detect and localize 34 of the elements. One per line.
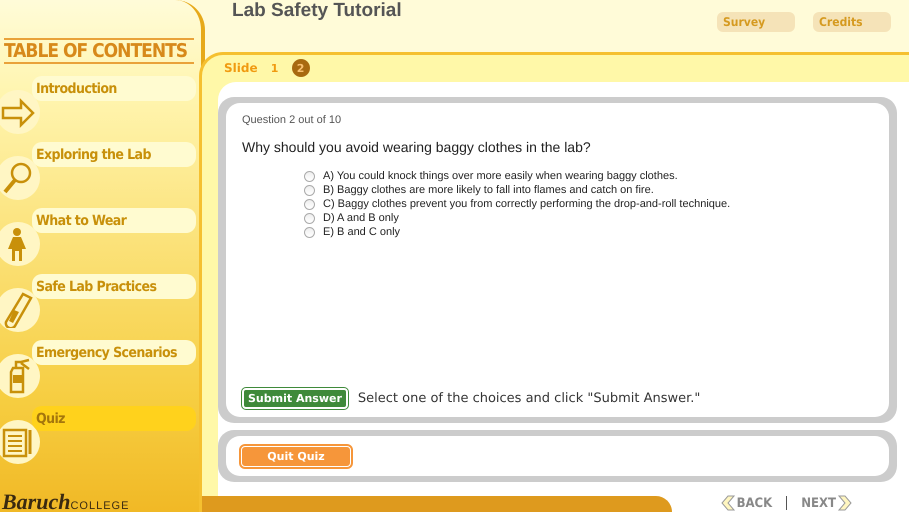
answer-option: A) You could knock things over more easily when wearing baggy clothes.: [323, 170, 678, 182]
toc-heading: TABLE OF CONTENTS: [4, 38, 194, 64]
answer-option: D) A and B only: [323, 212, 399, 224]
radio-button[interactable]: [304, 227, 315, 238]
submit-button[interactable]: Submit Answer: [242, 388, 348, 409]
toc-item[interactable]: Quiz: [32, 406, 196, 431]
header-tab[interactable]: Survey: [717, 12, 795, 32]
toc-item[interactable]: Emergency Scenarios: [32, 340, 196, 365]
radio-button[interactable]: [304, 213, 315, 224]
slide-number[interactable]: 2: [292, 59, 310, 77]
instruction-text: Select one of the choices and click "Submit Answer.": [358, 391, 700, 406]
next-chevron-icon: [838, 495, 852, 511]
radio-button[interactable]: [304, 185, 315, 196]
college-logo-suffix: COLLEGE: [70, 500, 130, 512]
radio-button[interactable]: [304, 171, 315, 182]
radio-button[interactable]: [304, 199, 315, 210]
answer-option: B) Baggy clothes are more likely to fall into flames and catch on fire.: [323, 184, 654, 196]
toc-item[interactable]: Introduction: [32, 76, 196, 101]
question-counter: Question 2 out of 10: [242, 114, 342, 126]
answer-option: E) B and C only: [323, 226, 400, 238]
question-text: Why should you avoid wearing baggy clothes in the lab?: [242, 139, 592, 155]
header-tab[interactable]: Credits: [813, 12, 891, 32]
quit-button[interactable]: Quit Quiz: [241, 446, 351, 466]
answer-option: C) Baggy clothes prevent you from correctly performing the drop-and-roll technique.: [323, 198, 730, 210]
app-title: Lab Safety Tutorial: [232, 0, 402, 22]
back-chevron-icon: [720, 495, 735, 511]
toc-item[interactable]: Exploring the Lab: [32, 142, 196, 167]
toc-item[interactable]: What to Wear: [32, 208, 196, 233]
slide-number[interactable]: 1: [266, 59, 284, 77]
slide-label: Slide: [224, 61, 258, 75]
college-logo: Baruch: [2, 492, 70, 512]
toc-item[interactable]: Safe Lab Practices: [32, 274, 196, 299]
back-button[interactable]: BACK: [720, 495, 772, 511]
next-button[interactable]: NEXT: [801, 495, 852, 511]
